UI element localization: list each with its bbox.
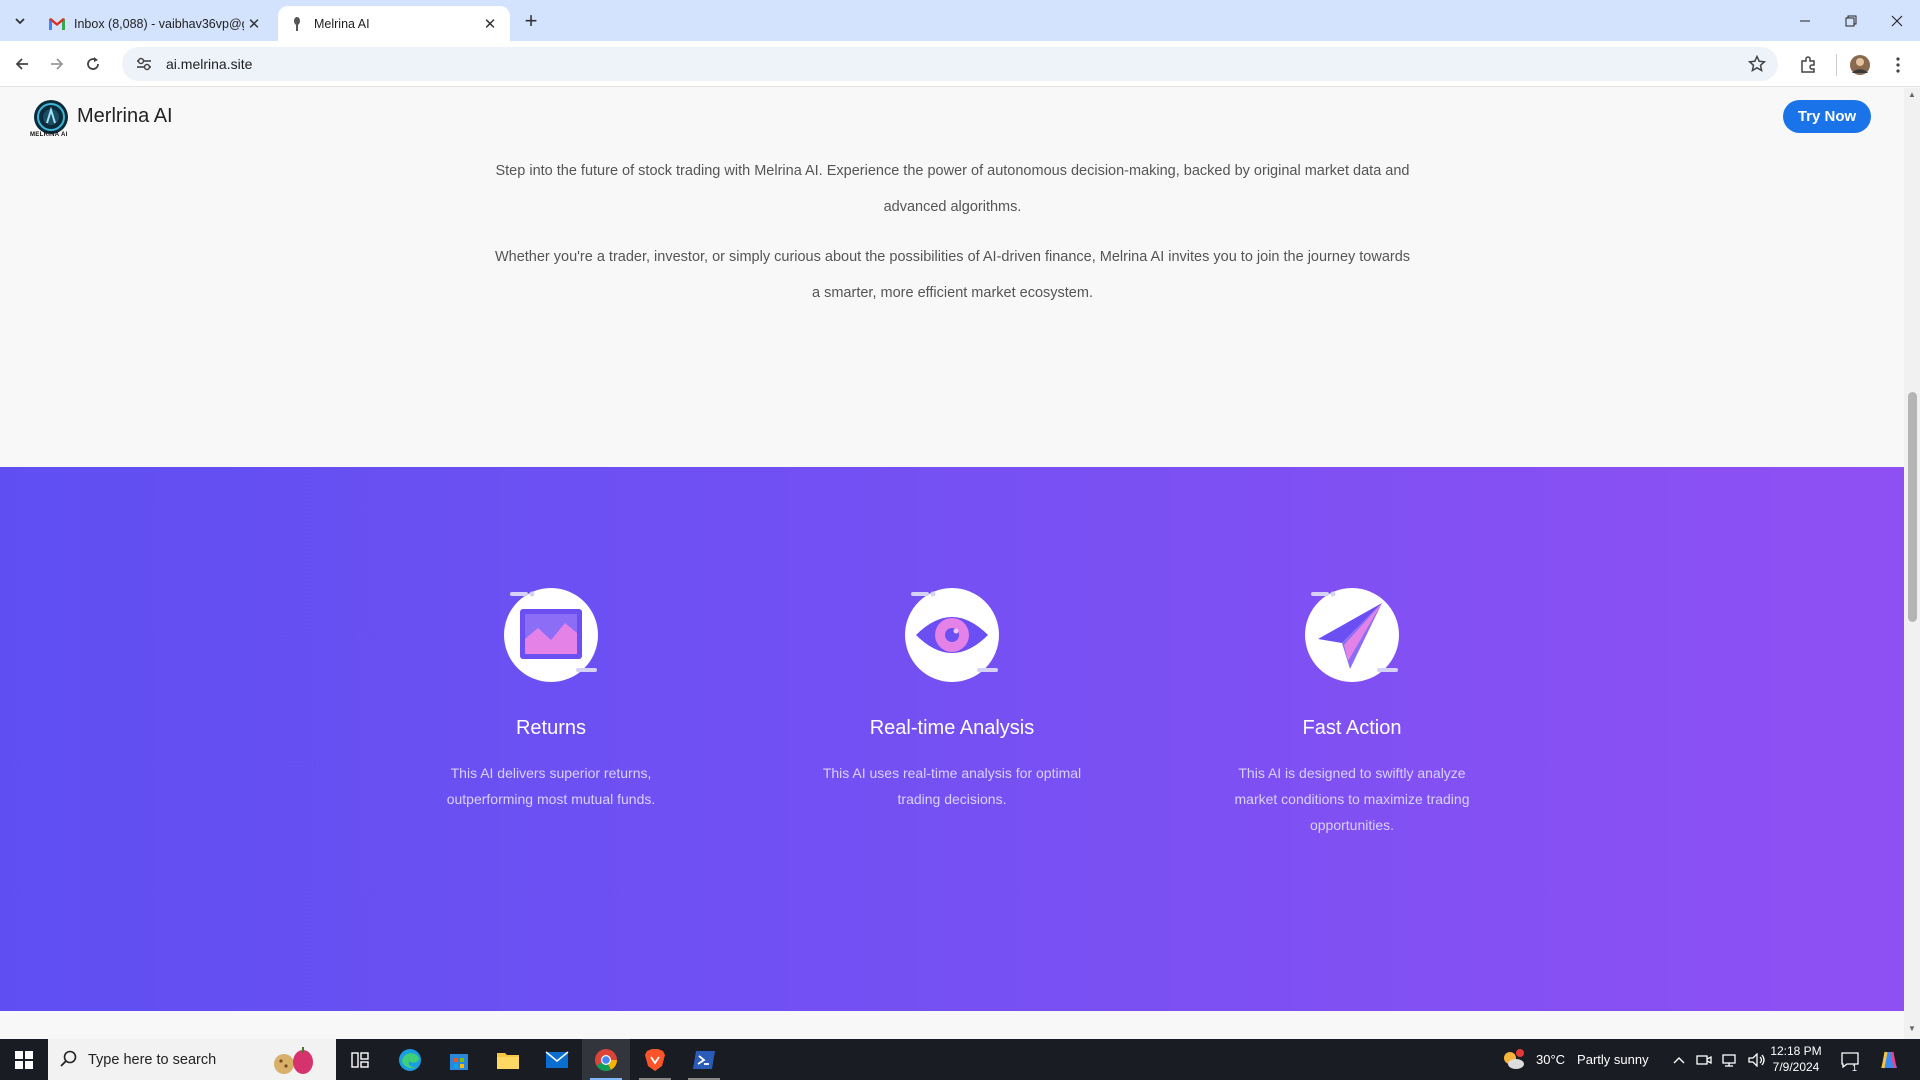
- scroll-down-icon[interactable]: ▼: [1908, 1024, 1916, 1033]
- restore-button[interactable]: [1828, 0, 1874, 41]
- windows-icon: [15, 1050, 33, 1069]
- page-scrollbar[interactable]: ▲ ▼: [1904, 88, 1920, 1039]
- taskbar-search[interactable]: Type here to search: [48, 1039, 336, 1080]
- search-placeholder: Type here to search: [88, 1051, 217, 1068]
- terminal-icon: [693, 1050, 715, 1069]
- store-app-button[interactable]: [435, 1039, 483, 1080]
- tab-melrina[interactable]: Melrina AI ✕: [278, 6, 510, 41]
- start-button[interactable]: [0, 1039, 48, 1080]
- chrome-app-button[interactable]: [582, 1039, 630, 1080]
- folder-icon: [497, 1052, 519, 1069]
- notification-count: 1: [1852, 1063, 1858, 1073]
- tab-title: Inbox (8,088) - vaibhav36vp@g: [74, 16, 244, 31]
- melrina-favicon-icon: [288, 15, 306, 33]
- scrollbar-thumb[interactable]: [1908, 392, 1917, 622]
- features-section: Returns This AI delivers superior return…: [0, 467, 1904, 1011]
- taskbar: Type here to search 30°C Partly sunny 12…: [0, 1039, 1920, 1080]
- weather-text: Partly sunny: [1577, 1052, 1649, 1067]
- weather-temp: 30°C: [1536, 1052, 1566, 1067]
- feature-card-realtime: Real-time Analysis This AI uses real-tim…: [817, 583, 1087, 812]
- arrow-left-icon: [15, 58, 28, 70]
- weather-icon: [1504, 1048, 1524, 1069]
- tab-search-button[interactable]: [6, 7, 34, 35]
- search-icon: [60, 1050, 77, 1067]
- url-text: ai.melrina.site: [166, 56, 253, 72]
- web-page: MELRINA AI Merlrina AI Try Now Step into…: [0, 88, 1904, 1039]
- feature-text: This AI uses real-time analysis for opti…: [822, 765, 1082, 807]
- close-window-button[interactable]: [1874, 0, 1920, 41]
- notification-center-button[interactable]: 1: [1838, 1039, 1862, 1080]
- paper-plane-icon: [1305, 588, 1399, 682]
- brand-name[interactable]: Merlrina AI: [77, 105, 173, 128]
- tab-title: Melrina AI: [314, 16, 370, 31]
- powershell-app-button[interactable]: [680, 1039, 728, 1080]
- scroll-up-icon[interactable]: ▲: [1908, 90, 1916, 99]
- mail-icon: [545, 1050, 569, 1068]
- weather-widget[interactable]: 30°C Partly sunny: [1500, 1039, 1649, 1080]
- eye-icon: [905, 588, 999, 682]
- search-highlight-icon: [274, 1047, 313, 1074]
- chevron-up-icon[interactable]: [1672, 1055, 1686, 1065]
- system-clock[interactable]: 12:18 PM 7/9/2024: [1766, 1043, 1826, 1075]
- extensions-icon[interactable]: [1794, 51, 1822, 79]
- logo-subtext: MELRINA AI: [30, 132, 68, 138]
- chrome-icon: [595, 1048, 617, 1071]
- try-now-button[interactable]: Try Now: [1783, 100, 1871, 133]
- site-header: MELRINA AI Merlrina AI Try Now: [0, 88, 1904, 152]
- brave-icon: [645, 1048, 665, 1071]
- tray-icons: [1672, 1039, 1766, 1080]
- tab-strip: Inbox (8,088) - vaibhav36vp@g ✕ Melrina …: [0, 0, 1920, 41]
- chevron-down-icon: [15, 18, 25, 25]
- brave-app-button[interactable]: [631, 1039, 679, 1080]
- forward-button[interactable]: [41, 48, 73, 80]
- volume-icon[interactable]: [1748, 1052, 1766, 1067]
- intro-paragraph: Step into the future of stock trading wi…: [495, 163, 1410, 215]
- clock-date: 7/9/2024: [1772, 1060, 1820, 1074]
- minimize-icon: [1800, 20, 1810, 21]
- new-tab-button[interactable]: +: [518, 8, 544, 34]
- copilot-icon: [1881, 1051, 1897, 1068]
- close-icon: [1891, 15, 1903, 26]
- tab-close-button[interactable]: ✕: [480, 14, 500, 34]
- profile-avatar[interactable]: [1846, 51, 1874, 79]
- browser-menu-icon[interactable]: [1884, 51, 1912, 79]
- minimize-button[interactable]: [1782, 0, 1828, 41]
- task-view-icon: [351, 1051, 369, 1068]
- edge-app-button[interactable]: [386, 1039, 434, 1080]
- reload-icon: [87, 57, 99, 70]
- network-icon[interactable]: [1722, 1053, 1738, 1067]
- site-settings-icon[interactable]: [132, 52, 156, 76]
- address-bar[interactable]: ai.melrina.site: [122, 47, 1778, 81]
- restore-icon: [1845, 15, 1857, 26]
- reload-button[interactable]: [77, 48, 109, 80]
- feature-title: Real-time Analysis: [869, 717, 1035, 739]
- file-explorer-button[interactable]: [484, 1039, 532, 1080]
- chart-picture-icon: [504, 588, 598, 682]
- task-view-button[interactable]: [336, 1039, 384, 1080]
- meet-now-icon[interactable]: [1696, 1053, 1712, 1067]
- tab-gmail[interactable]: Inbox (8,088) - vaibhav36vp@g ✕: [38, 6, 274, 41]
- bookmark-star-icon[interactable]: [1746, 53, 1768, 75]
- arrow-right-icon: [51, 58, 64, 70]
- feature-text: This AI delivers superior returns, outpe…: [446, 765, 656, 807]
- feature-card-returns: Returns This AI delivers superior return…: [416, 583, 686, 812]
- mail-app-button[interactable]: [533, 1039, 581, 1080]
- toolbar-divider: [1836, 54, 1837, 76]
- feature-text: This AI is designed to swiftly analyze m…: [1234, 765, 1470, 833]
- back-button[interactable]: [6, 48, 38, 80]
- intro-paragraph: Whether you're a trader, investor, or si…: [494, 249, 1411, 301]
- tab-close-button[interactable]: ✕: [244, 14, 264, 34]
- copilot-button[interactable]: [1874, 1039, 1904, 1080]
- edge-icon: [399, 1048, 421, 1071]
- clock-time: 12:18 PM: [1770, 1044, 1822, 1058]
- gmail-icon: [48, 15, 66, 33]
- feature-title: Returns: [515, 717, 587, 739]
- feature-title: Fast Action: [1302, 717, 1402, 739]
- store-icon: [450, 1053, 468, 1070]
- feature-card-fast-action: Fast Action This AI is designed to swift…: [1217, 583, 1487, 838]
- browser-toolbar: ai.melrina.site: [0, 41, 1920, 87]
